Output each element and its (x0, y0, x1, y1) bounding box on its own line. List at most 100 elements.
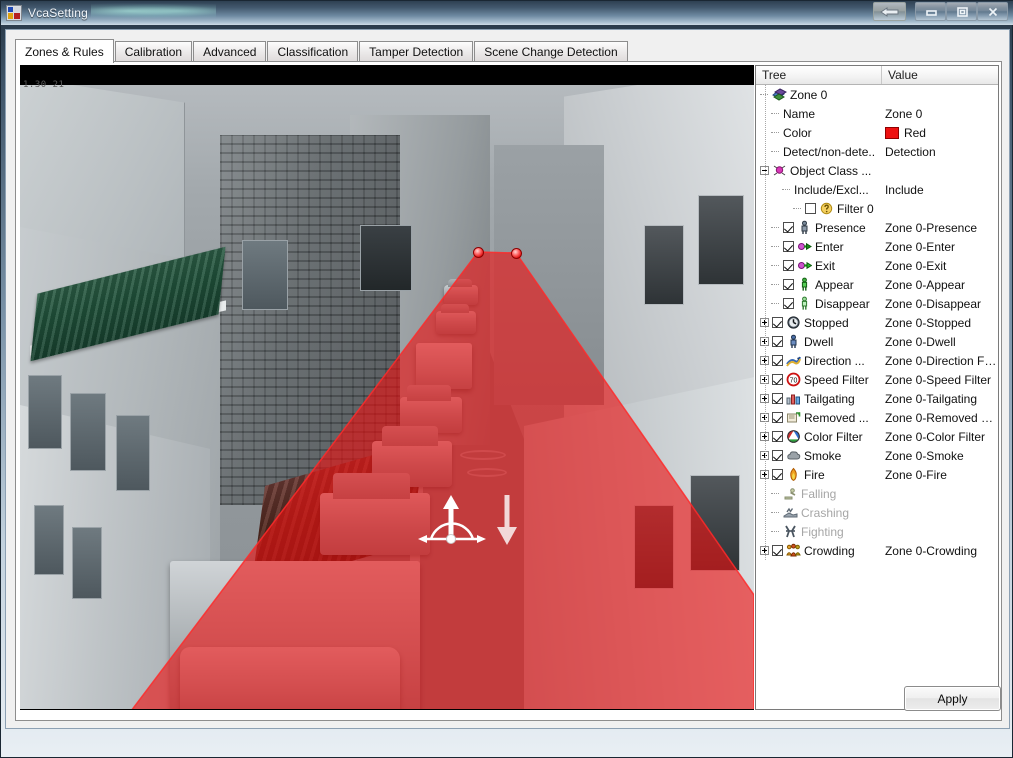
tree-row-value: Zone 0-Enter (884, 239, 955, 254)
tab-classification[interactable]: Classification (267, 41, 359, 62)
appear-icon (797, 277, 812, 292)
tree-row[interactable]: Exit Zone 0-Exit (756, 256, 998, 275)
rule-checkbox[interactable] (783, 241, 794, 252)
rule-checkbox[interactable] (772, 469, 783, 480)
rule-checkbox[interactable] (783, 222, 794, 233)
tree-row-value: Zone 0-Direction Filter (884, 353, 998, 368)
tree-row[interactable]: Color Filter Zone 0-Color Filter (756, 427, 998, 446)
tree-row-label: Dwell (804, 334, 834, 349)
window-title: VcaSetting (28, 6, 89, 20)
tree-row-tree-cell: Fighting (756, 522, 881, 541)
tree-row[interactable]: Dwell Zone 0-Dwell (756, 332, 998, 351)
tree-row[interactable]: Zone 0 (756, 85, 998, 104)
tab-calibration[interactable]: Calibration (114, 41, 193, 62)
tree-row-label: Direction ... (804, 353, 865, 368)
tab-advanced[interactable]: Advanced (193, 41, 267, 62)
tree-row[interactable]: Stopped Zone 0-Stopped (756, 313, 998, 332)
tree-row[interactable]: 70 Speed Filter Zone 0-Speed Filter (756, 370, 998, 389)
minimize-button[interactable] (915, 2, 946, 21)
tree-row[interactable]: Fire Zone 0-Fire (756, 465, 998, 484)
tree-connector (771, 275, 783, 294)
removed-icon (786, 410, 801, 425)
rule-checkbox[interactable] (772, 317, 783, 328)
tree-row-label: Stopped (804, 315, 849, 330)
tree-row[interactable]: Filter 0 (756, 199, 998, 218)
detection-zone-overlay[interactable] (20, 75, 754, 709)
help-button[interactable] (873, 2, 906, 21)
zone-handle-top-right[interactable] (511, 248, 522, 259)
rule-checkbox[interactable] (772, 450, 783, 461)
tree-row-tree-cell: 70 Speed Filter (756, 370, 881, 389)
direction-icon (786, 356, 801, 367)
tree-row[interactable]: Crashing (756, 503, 998, 522)
rule-checkbox[interactable] (772, 412, 783, 423)
tree-row[interactable]: Color Red (756, 123, 998, 142)
smoke-icon (786, 448, 801, 463)
tree-row-value: Zone 0-Color Filter (884, 429, 985, 444)
tree-row[interactable]: Smoke Zone 0-Smoke (756, 446, 998, 465)
tree-row[interactable]: Enter Zone 0-Enter (756, 237, 998, 256)
tree-row[interactable]: Fighting (756, 522, 998, 541)
appear-icon (801, 277, 808, 291)
tree-row[interactable]: Appear Zone 0-Appear (756, 275, 998, 294)
rules-tree-panel[interactable]: Tree Value Zone 0 Name Zone 0 Color Red Detec… (755, 65, 999, 710)
rule-checkbox[interactable] (772, 374, 783, 385)
tree-row[interactable]: Name Zone 0 (756, 104, 998, 123)
tree-row-tree-cell: Include/Excl... (756, 180, 881, 199)
tree-row[interactable]: Direction ... Zone 0-Direction Filter (756, 351, 998, 370)
tree-row[interactable]: Disappear Zone 0-Disappear (756, 294, 998, 313)
zone-polygon[interactable] (128, 251, 754, 709)
zone-handle-top-left[interactable] (473, 247, 484, 258)
rule-checkbox[interactable] (783, 260, 794, 271)
rule-checkbox[interactable] (772, 393, 783, 404)
tree-row-label: Detect/non-dete.. (783, 144, 876, 159)
rule-checkbox[interactable] (772, 355, 783, 366)
tree-row[interactable]: Falling (756, 484, 998, 503)
tab-zones-rules[interactable]: Zones & Rules (15, 39, 114, 63)
rule-checkbox[interactable] (772, 431, 783, 442)
rule-checkbox[interactable] (772, 336, 783, 347)
tree-row[interactable]: Removed ... Zone 0-Removed Obj... (756, 408, 998, 427)
tree-row-tree-cell: Crashing (756, 503, 881, 522)
apply-button[interactable]: Apply (904, 686, 1001, 711)
rule-checkbox[interactable] (772, 545, 783, 556)
direction-center-handle[interactable] (446, 534, 456, 544)
tree-connector (771, 123, 783, 142)
fire-icon (790, 467, 797, 481)
video-preview[interactable]: 1.30 21 (20, 65, 754, 710)
close-button[interactable] (977, 2, 1008, 21)
rule-checkbox[interactable] (783, 298, 794, 309)
tree-row[interactable]: Object Class ... (756, 161, 998, 180)
removed-icon (787, 412, 801, 423)
tree-row[interactable]: Presence Zone 0-Presence (756, 218, 998, 237)
title-highlight (91, 3, 216, 19)
tree-row-tree-cell: Tailgating (756, 389, 881, 408)
direction-filter-widget[interactable] (418, 487, 490, 551)
tree-row-value-cell: Zone 0 (881, 107, 998, 121)
tab-tamper-detection[interactable]: Tamper Detection (359, 41, 474, 62)
tree-row[interactable]: Detect/non-dete.. Detection (756, 142, 998, 161)
tree-row-tree-cell: Exit (756, 256, 881, 275)
fire-icon (786, 467, 801, 482)
maximize-button[interactable] (946, 2, 977, 21)
tree-row-label: Falling (801, 486, 837, 501)
tree-row[interactable]: Tailgating Zone 0-Tailgating (756, 389, 998, 408)
video-timestamp: 1.30 21 (23, 80, 65, 90)
tree-row-value: Zone 0 (884, 106, 923, 121)
tree-row-value-cell: Zone 0-Stopped (881, 316, 998, 330)
tree-row[interactable]: Include/Excl... Include (756, 180, 998, 199)
tree-row-label: Object Class ... (790, 163, 872, 178)
tree-row-label: Color Filter (804, 429, 863, 444)
tree-row-tree-cell: Name (756, 104, 881, 123)
tab-scene-change-detection[interactable]: Scene Change Detection (474, 41, 628, 62)
tree-row-label: Enter (815, 239, 844, 254)
object-class-icon (772, 163, 787, 178)
tree-row[interactable]: Crowding Zone 0-Crowding (756, 541, 998, 560)
rule-checkbox[interactable] (805, 203, 816, 214)
tree-row-label: Exit (815, 258, 836, 273)
rule-checkbox[interactable] (783, 279, 794, 290)
tree-connector (771, 142, 783, 161)
